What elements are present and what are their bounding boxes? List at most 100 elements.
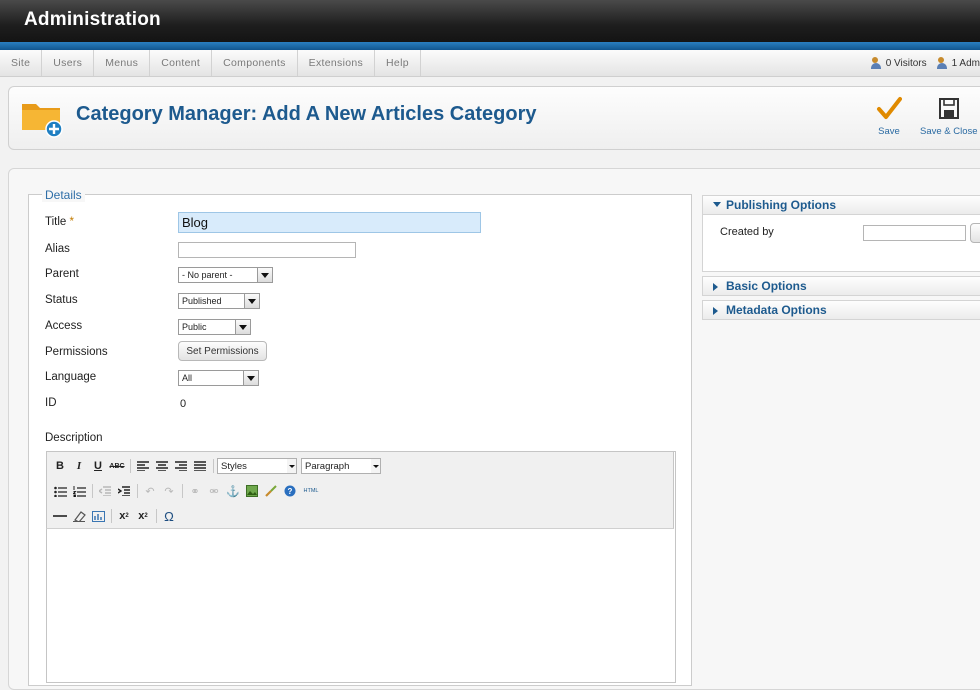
admins-status[interactable]: 1 Adm bbox=[936, 57, 980, 69]
menu-item-components[interactable]: Components bbox=[212, 50, 298, 76]
outdent-icon[interactable] bbox=[96, 482, 114, 500]
toolbar-separator bbox=[182, 484, 183, 498]
alias-input[interactable] bbox=[178, 242, 356, 258]
access-select[interactable]: Public bbox=[178, 319, 251, 335]
bullet-list-icon[interactable] bbox=[51, 482, 69, 500]
visitors-status[interactable]: 0 Visitors bbox=[870, 57, 927, 69]
status-select[interactable]: Published bbox=[178, 293, 260, 309]
permissions-label: Permissions bbox=[45, 346, 108, 358]
details-legend: Details bbox=[42, 188, 85, 202]
access-select-value: Public bbox=[182, 322, 207, 332]
title-input[interactable]: Blog bbox=[178, 212, 481, 233]
horizontal-rule-icon[interactable] bbox=[51, 507, 69, 525]
redo-icon[interactable]: ↷ bbox=[160, 482, 178, 500]
parent-select[interactable]: - No parent - bbox=[178, 267, 273, 283]
align-left-icon[interactable] bbox=[134, 457, 152, 475]
basic-options-header[interactable]: Basic Options bbox=[702, 276, 980, 296]
floppy-disk-icon bbox=[938, 98, 959, 119]
menu-item-site[interactable]: Site bbox=[0, 50, 43, 76]
toolbar-separator bbox=[92, 484, 93, 498]
metadata-options-title: Metadata Options bbox=[726, 303, 827, 317]
created-by-label: Created by bbox=[720, 226, 774, 238]
numbered-list-icon[interactable] bbox=[70, 482, 88, 500]
chevron-down-icon bbox=[235, 320, 250, 334]
publishing-options-header[interactable]: Publishing Options bbox=[702, 195, 980, 215]
save-close-label: Save & Close bbox=[920, 126, 978, 137]
admins-icon bbox=[936, 57, 949, 69]
undo-icon[interactable]: ↶ bbox=[141, 482, 159, 500]
strikethrough-icon[interactable]: ABC bbox=[108, 457, 126, 475]
save-button[interactable]: Save bbox=[876, 96, 902, 137]
access-label: Access bbox=[45, 320, 83, 332]
toolbar-separator bbox=[213, 459, 214, 473]
align-justify-icon[interactable] bbox=[191, 457, 209, 475]
language-select[interactable]: All bbox=[178, 370, 259, 386]
title-label-text: Title bbox=[45, 216, 67, 228]
visitors-count: 0 Visitors bbox=[885, 57, 927, 69]
styles-select[interactable]: Styles bbox=[217, 458, 297, 474]
image-icon[interactable] bbox=[243, 482, 261, 500]
collapse-triangle-icon bbox=[713, 202, 721, 207]
anchor-icon[interactable]: ⚓ bbox=[224, 482, 242, 500]
subscript-icon[interactable]: x2 bbox=[115, 507, 133, 525]
save-close-button[interactable]: Save & Close bbox=[920, 96, 978, 137]
help-icon[interactable]: ? bbox=[281, 482, 299, 500]
menu-item-users[interactable]: Users bbox=[42, 50, 95, 76]
format-select-value: Paragraph bbox=[305, 461, 350, 472]
publishing-options-panel: Created by bbox=[702, 215, 980, 272]
folder-add-icon bbox=[22, 104, 63, 138]
status-select-value: Published bbox=[182, 296, 222, 306]
align-center-icon[interactable] bbox=[153, 457, 171, 475]
language-select-value: All bbox=[182, 373, 193, 383]
status-area: 0 Visitors 1 Adm bbox=[861, 50, 980, 76]
parent-select-value: - No parent - bbox=[182, 270, 233, 280]
menu-item-extensions[interactable]: Extensions bbox=[298, 50, 376, 76]
format-select[interactable]: Paragraph bbox=[301, 458, 381, 474]
editor-toolbar-row-2: ↶ ↷ ⚭ ⚮ ⚓ ? HTML bbox=[51, 481, 323, 501]
select-user-button[interactable] bbox=[970, 223, 980, 243]
title-label: Title * bbox=[45, 216, 74, 228]
chevron-down-icon bbox=[243, 371, 258, 385]
toolbar-separator bbox=[156, 509, 157, 523]
publishing-options-title: Publishing Options bbox=[726, 198, 836, 212]
metadata-options-header[interactable]: Metadata Options bbox=[702, 300, 980, 320]
header-stripe bbox=[0, 42, 980, 50]
id-value: 0 bbox=[180, 398, 187, 410]
menu-item-content[interactable]: Content bbox=[150, 50, 213, 76]
link-icon[interactable]: ⚭ bbox=[186, 482, 204, 500]
chevron-down-icon bbox=[371, 459, 380, 473]
alias-label: Alias bbox=[45, 243, 70, 255]
align-right-icon[interactable] bbox=[172, 457, 190, 475]
superscript-icon[interactable]: x2 bbox=[134, 507, 152, 525]
remove-format-icon[interactable] bbox=[70, 507, 88, 525]
main-menu: Site Users Menus Content Components Exte… bbox=[0, 50, 980, 76]
indent-icon[interactable] bbox=[115, 482, 133, 500]
toolbar-separator bbox=[137, 484, 138, 498]
top-header: Administration bbox=[0, 0, 980, 42]
menu-item-menus[interactable]: Menus bbox=[94, 50, 151, 76]
italic-icon[interactable]: I bbox=[70, 457, 88, 475]
special-character-icon[interactable]: Ω bbox=[160, 507, 178, 525]
underline-icon[interactable]: U bbox=[89, 457, 107, 475]
set-permissions-button[interactable]: Set Permissions bbox=[178, 341, 267, 361]
expand-triangle-icon bbox=[713, 283, 718, 291]
cleanup-brush-icon[interactable] bbox=[262, 482, 280, 500]
bold-icon[interactable]: B bbox=[51, 457, 69, 475]
menu-bar: Site Users Menus Content Components Exte… bbox=[0, 50, 980, 77]
page-title: Category Manager: Add A New Articles Cat… bbox=[76, 103, 537, 125]
parent-label: Parent bbox=[45, 268, 79, 280]
save-label: Save bbox=[878, 126, 900, 137]
visual-aid-icon[interactable] bbox=[89, 507, 107, 525]
admin-title: Administration bbox=[24, 9, 161, 30]
svg-text:?: ? bbox=[288, 487, 293, 496]
basic-options-title: Basic Options bbox=[726, 279, 807, 293]
toolbar-separator bbox=[111, 509, 112, 523]
editor-toolbar: B I U ABC Styles Paragraph ↶ ↷ ⚭ ⚮ ⚓ ? H… bbox=[46, 451, 674, 529]
chevron-down-icon bbox=[244, 294, 259, 308]
created-by-input[interactable] bbox=[863, 225, 966, 241]
menu-item-help[interactable]: Help bbox=[375, 50, 421, 76]
unlink-icon[interactable]: ⚮ bbox=[205, 482, 223, 500]
id-label: ID bbox=[45, 397, 57, 409]
visitors-icon bbox=[870, 57, 883, 69]
html-source-icon[interactable]: HTML bbox=[300, 482, 322, 500]
